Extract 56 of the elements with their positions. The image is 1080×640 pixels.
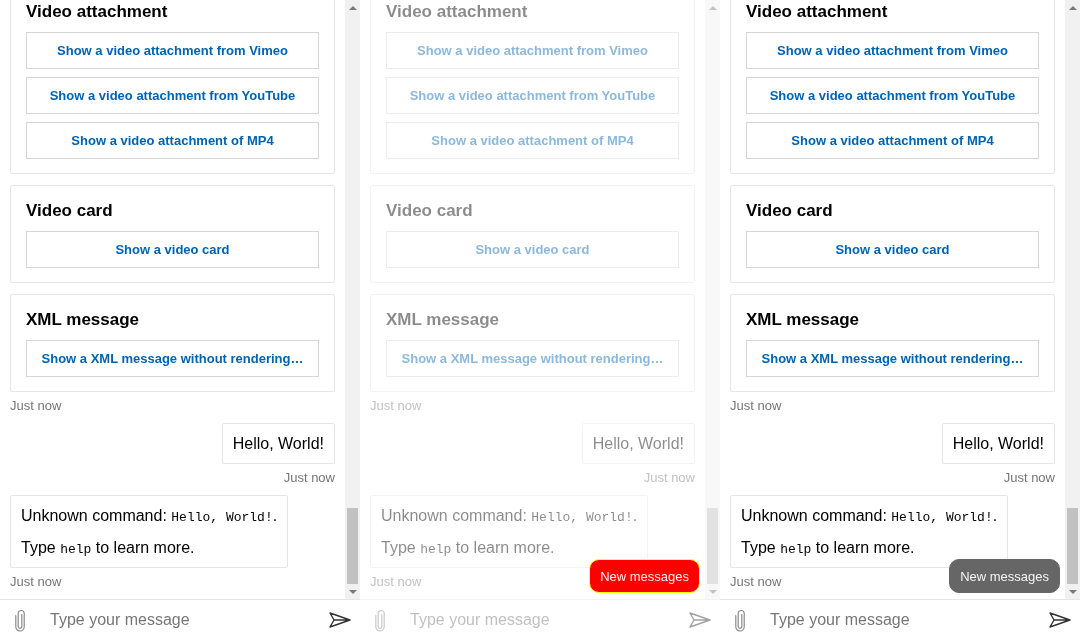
card-title: XML message <box>26 310 141 330</box>
card-action-button[interactable]: Show a video attachment from Vimeo <box>746 32 1039 69</box>
message-text: Hello, World! <box>592 434 684 453</box>
down-arrow-icon[interactable] <box>1068 589 1077 594</box>
card-action-button[interactable]: Show a video attachment of MP4 <box>26 122 319 159</box>
timestamp: Just now <box>10 574 62 589</box>
timestamp: Just now <box>10 398 62 413</box>
message-input[interactable]: Type your message <box>400 600 680 640</box>
timestamp: Just now <box>643 470 695 485</box>
scrollbar-thumb[interactable] <box>1067 508 1078 584</box>
card-title: XML message <box>386 310 501 330</box>
send-icon <box>1049 612 1071 628</box>
timestamp: Just now <box>730 574 782 589</box>
card-title: Video card <box>746 201 834 221</box>
message-text: Hello, World! <box>232 434 324 453</box>
timestamp: Just now <box>370 398 422 413</box>
card-title: Video card <box>26 201 114 221</box>
card-title: XML message <box>746 310 861 330</box>
card-action-button[interactable]: Show a XML message without rendering… <box>746 340 1039 377</box>
card-title: Video attachment <box>386 2 529 22</box>
down-arrow-icon[interactable] <box>708 589 717 594</box>
card-title: Video attachment <box>26 2 169 22</box>
scrollbar[interactable] <box>345 0 360 599</box>
down-arrow-icon[interactable] <box>348 589 357 594</box>
card-action-button[interactable]: Show a video card <box>26 231 319 268</box>
card-action-button[interactable]: Show a video attachment from Vimeo <box>26 32 319 69</box>
message-input[interactable]: Type your message <box>760 600 1040 640</box>
timestamp: Just now <box>730 398 782 413</box>
card-action-button[interactable]: Show a video attachment from YouTube <box>26 77 319 114</box>
message-text: Hello, World! <box>952 434 1044 453</box>
message-text: Type help to learn more. <box>381 538 556 557</box>
card-action-button[interactable]: Show a XML message without rendering… <box>26 340 319 377</box>
up-arrow-icon[interactable] <box>348 5 357 10</box>
scrollbar[interactable] <box>705 0 720 599</box>
card-action-button[interactable]: Show a video card <box>746 231 1039 268</box>
card-title: Video card <box>386 201 474 221</box>
message-input[interactable]: Type your message <box>40 600 320 640</box>
send-icon <box>689 612 711 628</box>
send-icon <box>329 612 351 628</box>
new-messages-button[interactable]: New messages <box>589 559 700 593</box>
timestamp: Just now <box>1003 470 1055 485</box>
paperclip-icon <box>375 608 385 632</box>
card-title: Video attachment <box>746 2 889 22</box>
scrollbar-thumb[interactable] <box>347 508 358 584</box>
paperclip-icon <box>735 608 745 632</box>
paperclip-icon <box>15 608 25 632</box>
up-arrow-icon[interactable] <box>708 5 717 10</box>
timestamp: Just now <box>370 574 422 589</box>
timestamp: Just now <box>283 470 335 485</box>
message-text: Type help to learn more. <box>741 538 916 557</box>
card-action-button[interactable]: Show a video attachment of MP4 <box>746 122 1039 159</box>
message-text: Type help to learn more. <box>21 538 196 557</box>
new-messages-button[interactable]: New messages <box>949 559 1060 593</box>
scrollbar[interactable] <box>1065 0 1080 599</box>
up-arrow-icon[interactable] <box>1068 5 1077 10</box>
card-action-button[interactable]: Show a video attachment from YouTube <box>746 77 1039 114</box>
